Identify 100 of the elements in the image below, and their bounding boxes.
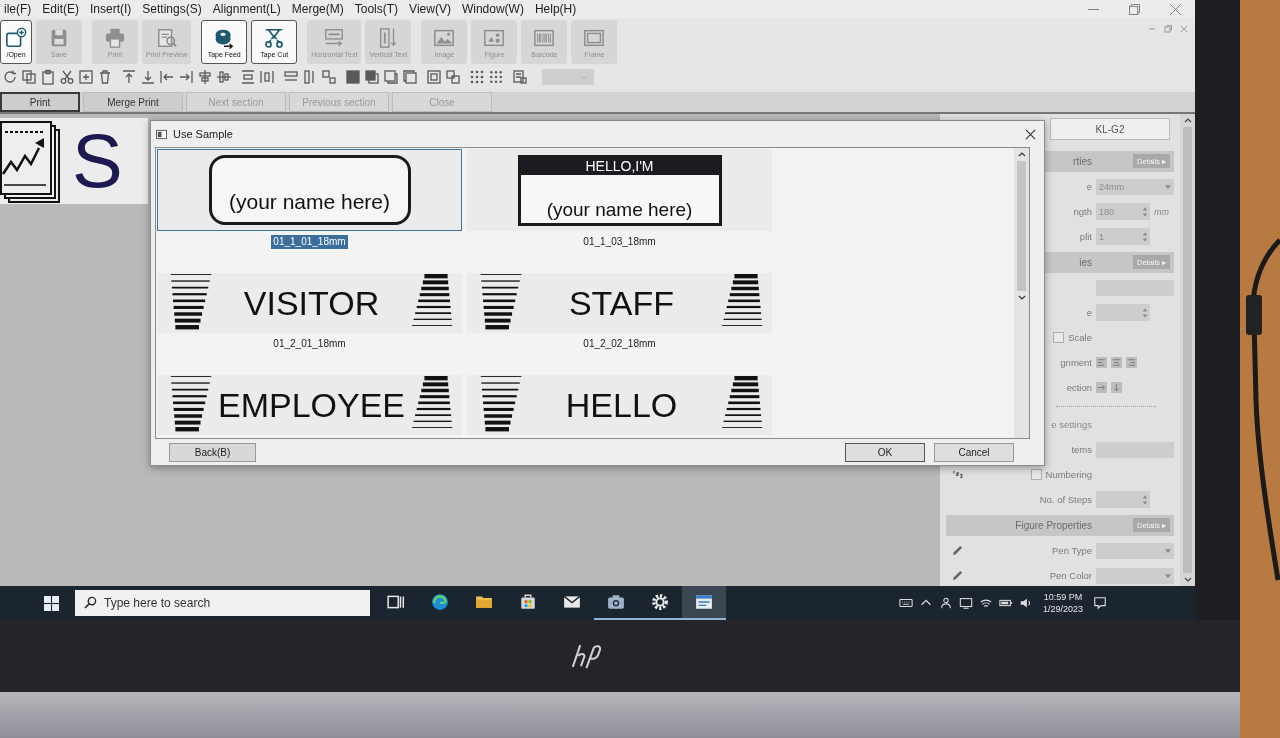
caret-down-icon — [1165, 548, 1171, 553]
envelope-icon — [563, 593, 581, 611]
menu-item[interactable]: Tools(T) — [350, 2, 403, 16]
printer-field[interactable]: KL-G2 — [1050, 118, 1170, 140]
printer-icon — [104, 26, 126, 49]
label-plus-icon — [5, 26, 27, 49]
task-view-icon — [387, 593, 405, 611]
label-preview[interactable]: EMPLOYEE — [157, 375, 462, 435]
caret-down-icon[interactable] — [1183, 577, 1192, 582]
menu-item[interactable]: Settings(S) — [138, 2, 206, 16]
trash-icon[interactable] — [97, 69, 113, 85]
field-label: ngth — [1073, 206, 1092, 217]
scrollbar-thumb[interactable] — [1183, 127, 1192, 573]
send-to-back-icon[interactable] — [364, 69, 380, 85]
menu-item[interactable]: Help(H) — [530, 2, 581, 16]
menu-item[interactable]: Alignment(L) — [208, 2, 285, 16]
header-band: HELLO,I'M — [520, 157, 719, 175]
label-text: VISITOR — [243, 283, 380, 323]
print-preview-icon — [155, 26, 178, 49]
caret-down-icon — [1165, 573, 1171, 578]
spin-arrows-icon[interactable] — [1142, 493, 1148, 506]
label-preview[interactable]: (your name here) — [157, 149, 462, 231]
cancel-button[interactable]: Cancel — [934, 442, 1014, 462]
close-icon — [1025, 128, 1036, 140]
checkbox[interactable] — [1053, 332, 1065, 343]
dropdown-field[interactable] — [1096, 542, 1174, 559]
sample-caption[interactable]: 01_2_01_18mm — [271, 337, 348, 351]
notification-icon[interactable] — [1093, 596, 1107, 610]
same-size-icon[interactable] — [321, 69, 337, 85]
monitor-icon[interactable] — [958, 596, 973, 610]
copy-icon[interactable] — [21, 69, 37, 85]
label-preview[interactable]: VISITOR — [157, 273, 462, 333]
person-icon[interactable] — [938, 596, 953, 610]
duplicate-icon[interactable] — [78, 69, 94, 85]
distribute-horizontal-icon[interactable] — [259, 69, 275, 85]
sample-caption[interactable]: 01_1_03_18mm — [581, 235, 658, 249]
scrollbar-thumb[interactable] — [1017, 161, 1026, 291]
speaker-icon[interactable] — [1018, 596, 1033, 610]
menu-item[interactable]: ile(F) — [0, 2, 36, 16]
back-button[interactable]: Back(B) — [169, 442, 256, 462]
sample-caption[interactable]: 01_1_01_18mm — [271, 235, 348, 249]
label-preview[interactable]: HELLO,I'M (your name here) — [467, 149, 772, 231]
align-bottom-icon[interactable] — [140, 69, 156, 85]
bring-to-front-icon[interactable] — [345, 69, 361, 85]
caret-up-icon[interactable] — [1017, 152, 1026, 157]
down-arrow-icon[interactable] — [1111, 382, 1122, 393]
search-field[interactable]: Type here to search — [75, 590, 370, 616]
folder-icon — [475, 593, 493, 611]
cut-icon[interactable] — [59, 69, 75, 85]
center-vertical-icon[interactable] — [216, 69, 232, 85]
paste-icon[interactable] — [40, 69, 56, 85]
spin-field[interactable] — [1096, 304, 1150, 321]
send-backward-icon[interactable] — [402, 69, 418, 85]
align-top-icon[interactable] — [121, 69, 137, 85]
rotate-icon[interactable] — [2, 69, 18, 85]
taskbar-button[interactable] — [682, 586, 726, 620]
restore-icon[interactable] — [1163, 24, 1173, 34]
grid-icon[interactable] — [469, 69, 485, 85]
label-preview[interactable]: STAFF — [467, 273, 772, 333]
section-button[interactable]: Merge Print — [83, 92, 183, 112]
spin-arrows-icon[interactable] — [1142, 205, 1148, 218]
close-icon[interactable] — [1170, 3, 1181, 15]
spin-arrows-icon[interactable] — [1142, 306, 1148, 319]
align-right-icon[interactable] — [178, 69, 194, 85]
menu-item[interactable]: Window(W) — [457, 2, 528, 16]
unit-label: mm — [1154, 206, 1169, 217]
keyboard-icon[interactable] — [898, 596, 913, 610]
clock-button[interactable]: 10:59 PM 1/29/2023 — [1038, 591, 1087, 615]
group-icon[interactable] — [426, 69, 442, 85]
dotted-grid-icon[interactable] — [488, 69, 504, 85]
ok-button[interactable]: OK — [845, 442, 925, 462]
section-button[interactable]: Print — [0, 92, 80, 112]
close-icon[interactable] — [1179, 24, 1189, 34]
label-preview[interactable]: HELLO — [467, 375, 772, 435]
distribute-vertical-icon[interactable] — [240, 69, 256, 85]
spin-arrows-icon[interactable] — [1142, 230, 1148, 243]
field-label: plit — [1079, 231, 1092, 242]
dropdown-field[interactable] — [1096, 567, 1174, 584]
restore-icon[interactable] — [1129, 3, 1140, 15]
menu-item[interactable]: Edit(E) — [38, 2, 83, 16]
align-left-icon[interactable] — [159, 69, 175, 85]
caret-down-icon — [580, 74, 588, 80]
start-icon[interactable] — [44, 595, 59, 611]
bring-forward-icon[interactable] — [383, 69, 399, 85]
spin-field[interactable] — [1096, 491, 1150, 508]
field-label: Scale — [1068, 332, 1092, 343]
checkbox[interactable] — [1030, 469, 1042, 480]
menu-item[interactable]: Insert(I) — [86, 2, 136, 16]
label-text: (your name here) — [546, 198, 693, 221]
right-arrow-icon[interactable] — [1096, 382, 1107, 393]
menu-item[interactable]: View(V) — [405, 2, 455, 16]
properties-icon[interactable] — [512, 69, 528, 85]
shopping-bag-icon — [519, 593, 537, 611]
center-horizontal-icon[interactable] — [197, 69, 213, 85]
caret-up-icon[interactable] — [1183, 118, 1192, 123]
dropdown-field[interactable] — [542, 69, 594, 85]
menu-item[interactable]: Merge(M) — [287, 2, 348, 16]
caret-down-icon[interactable] — [1017, 295, 1026, 300]
sample-caption[interactable]: 01_2_02_18mm — [581, 337, 658, 351]
ungroup-icon[interactable] — [445, 69, 461, 85]
